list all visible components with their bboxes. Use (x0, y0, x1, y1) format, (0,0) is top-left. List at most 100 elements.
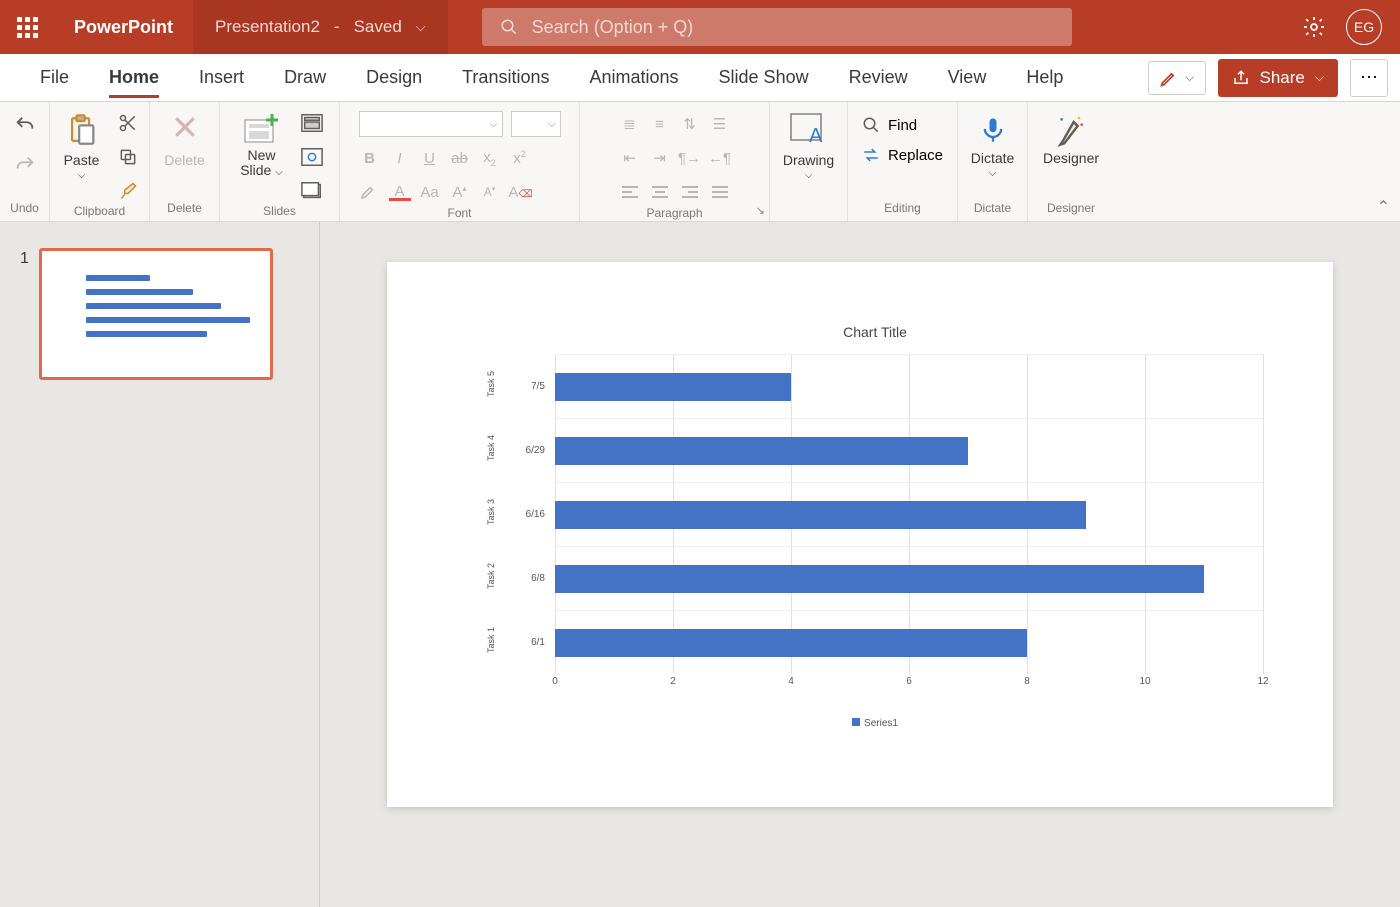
group-label-editing: Editing (884, 201, 921, 219)
category-label: Task 1 (486, 633, 496, 653)
paste-icon (65, 112, 99, 150)
x-tick: 8 (1024, 676, 1030, 687)
paste-button[interactable]: Paste ⌵ (58, 108, 106, 185)
share-button[interactable]: Share ⌵ (1218, 59, 1338, 97)
align-center-button[interactable] (649, 181, 671, 203)
tab-view[interactable]: View (928, 54, 1007, 102)
bold-button[interactable]: B (359, 150, 381, 167)
search-icon (500, 18, 518, 36)
category-label: Task 5 (486, 377, 496, 397)
find-button[interactable]: Find (862, 116, 917, 134)
editing-mode-button[interactable]: ⌵ (1148, 61, 1206, 95)
redo-button[interactable] (12, 152, 38, 178)
category-label: Task 3 (486, 505, 496, 525)
chart-bar (555, 629, 1027, 657)
app-name: PowerPoint (54, 17, 193, 38)
replace-button[interactable]: Replace (862, 146, 943, 164)
document-name: Presentation2 (215, 17, 320, 37)
bullets-button[interactable]: ≣ (619, 113, 641, 135)
tab-review[interactable]: Review (829, 54, 928, 102)
thumbnail-chart-preview (72, 269, 250, 359)
microphone-icon (979, 112, 1007, 148)
document-title-dropdown[interactable]: Presentation2 - Saved ⌵ (193, 0, 448, 54)
section-button[interactable] (299, 178, 325, 204)
tab-insert[interactable]: Insert (179, 54, 264, 102)
highlight-button[interactable] (359, 183, 381, 201)
section-icon (301, 181, 323, 201)
slide-thumbnail-1[interactable] (39, 248, 273, 380)
x-tick: 10 (1139, 676, 1150, 687)
slide-1[interactable]: Chart Title Task 57/5Task 46/29Task 36/1… (387, 262, 1333, 807)
tab-home[interactable]: Home (89, 54, 179, 102)
tab-help[interactable]: Help (1006, 54, 1083, 102)
reset-icon (301, 147, 323, 167)
ltr-button[interactable]: ¶→ (679, 147, 701, 169)
group-label-clipboard: Clipboard (74, 204, 125, 222)
align-left-button[interactable] (619, 181, 641, 203)
data-label: 6/1 (509, 637, 545, 648)
data-label: 7/5 (509, 381, 545, 392)
change-case-button[interactable]: Aa (419, 184, 441, 201)
font-size-select[interactable]: ⌵ (511, 111, 561, 137)
chevron-down-icon: ⌵ (1315, 70, 1324, 85)
cut-button[interactable] (115, 110, 141, 136)
pen-icon (1159, 68, 1179, 88)
tab-design[interactable]: Design (346, 54, 442, 102)
group-label-dictate: Dictate (974, 201, 1011, 219)
delete-button: Delete (158, 108, 210, 172)
chart-bar (555, 565, 1204, 593)
paintbrush-icon (118, 181, 138, 201)
dialog-launcher-icon[interactable]: ↘ (756, 204, 765, 217)
underline-button[interactable]: U (419, 150, 441, 167)
strikethrough-button[interactable]: ab (449, 150, 471, 167)
share-icon (1232, 69, 1250, 87)
layout-button[interactable] (299, 110, 325, 136)
undo-icon (14, 114, 36, 136)
group-label-drawing (807, 201, 810, 219)
decrease-indent-button[interactable]: ⇤ (619, 147, 641, 169)
x-tick: 0 (552, 676, 558, 687)
grow-font-button[interactable]: A▴ (449, 184, 471, 201)
dictate-button[interactable]: Dictate ⌵ (965, 108, 1021, 183)
copy-button[interactable] (115, 144, 141, 170)
app-launcher-button[interactable] (0, 0, 54, 54)
clear-formatting-button[interactable]: A⌫ (509, 184, 531, 201)
collapse-ribbon-button[interactable]: ⌃ (1377, 197, 1390, 217)
ellipsis-icon: ⋯ (1360, 67, 1378, 88)
layout-icon (301, 113, 323, 133)
user-avatar[interactable]: EG (1346, 9, 1382, 45)
rtl-button[interactable]: ←¶ (709, 147, 731, 169)
tab-draw[interactable]: Draw (264, 54, 346, 102)
subscript-button[interactable]: x2 (479, 149, 501, 168)
numbering-button[interactable]: ≡ (649, 113, 671, 135)
align-right-button[interactable] (679, 181, 701, 203)
designer-button[interactable]: Designer (1037, 108, 1105, 170)
chart-object[interactable]: Chart Title Task 57/5Task 46/29Task 36/1… (467, 324, 1283, 757)
undo-button[interactable] (12, 112, 38, 138)
settings-icon[interactable] (1302, 15, 1326, 39)
reset-button[interactable] (299, 144, 325, 170)
italic-button[interactable]: I (389, 150, 411, 167)
increase-indent-button[interactable]: ⇥ (649, 147, 671, 169)
tab-transitions[interactable]: Transitions (442, 54, 569, 102)
justify-button[interactable] (709, 181, 731, 203)
x-tick: 2 (670, 676, 676, 687)
tab-file[interactable]: File (20, 54, 89, 102)
drawing-button[interactable]: A Drawing ⌵ (777, 108, 840, 185)
chevron-down-icon: ⌵ (490, 119, 498, 130)
superscript-button[interactable]: x2 (509, 149, 531, 167)
font-color-button[interactable]: A (389, 183, 411, 201)
slide-canvas-area[interactable]: Chart Title Task 57/5Task 46/29Task 36/1… (320, 222, 1400, 907)
svg-text:A: A (809, 125, 823, 147)
new-slide-button[interactable]: NewSlide ⌵ (234, 108, 289, 183)
more-options-button[interactable]: ⋯ (1350, 59, 1388, 97)
chart-bar (555, 437, 968, 465)
shrink-font-button[interactable]: A▾ (479, 185, 501, 199)
search-input[interactable]: Search (Option + Q) (482, 8, 1072, 46)
tab-slide-show[interactable]: Slide Show (699, 54, 829, 102)
line-spacing-button[interactable]: ⇅ (679, 113, 701, 135)
font-family-select[interactable]: ⌵ (359, 111, 503, 137)
tab-animations[interactable]: Animations (569, 54, 698, 102)
format-painter-button[interactable] (115, 178, 141, 204)
list-level-button[interactable]: ☰ (709, 113, 731, 135)
